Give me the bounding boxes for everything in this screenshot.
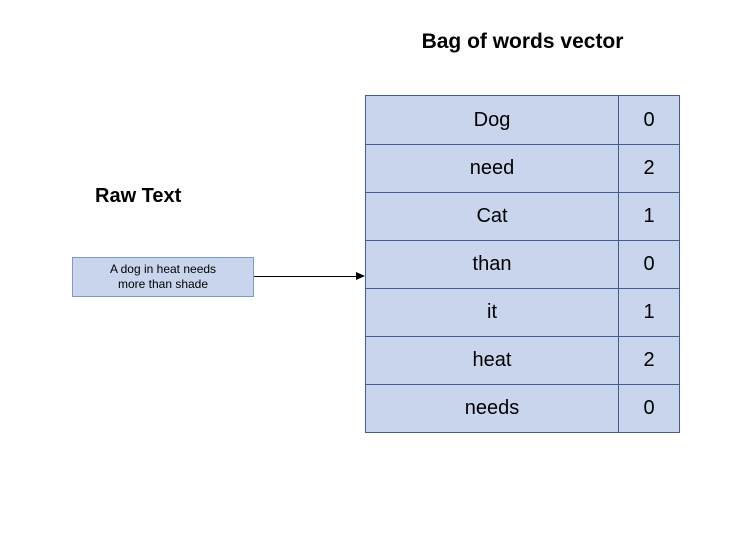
count-cell: 1 — [619, 289, 679, 336]
word-cell: heat — [366, 337, 619, 384]
word-cell: Cat — [366, 193, 619, 240]
bow-table: Dog 0 need 2 Cat 1 than 0 it 1 heat 2 ne… — [365, 95, 680, 433]
word-cell: need — [366, 145, 619, 192]
table-row: than 0 — [366, 240, 679, 288]
count-cell: 2 — [619, 145, 679, 192]
table-row: Dog 0 — [366, 96, 679, 144]
table-row: need 2 — [366, 144, 679, 192]
table-row: heat 2 — [366, 336, 679, 384]
arrow-icon — [254, 276, 365, 278]
table-row: Cat 1 — [366, 192, 679, 240]
count-cell: 0 — [619, 385, 679, 432]
word-cell: needs — [366, 385, 619, 432]
table-row: needs 0 — [366, 384, 679, 432]
raw-text-line1: A dog in heat needs — [110, 262, 216, 276]
table-row: it 1 — [366, 288, 679, 336]
count-cell: 0 — [619, 96, 679, 144]
count-cell: 1 — [619, 193, 679, 240]
raw-text-title: Raw Text — [95, 185, 181, 208]
count-cell: 0 — [619, 241, 679, 288]
raw-text-box: A dog in heat needs more than shade — [72, 257, 254, 297]
word-cell: Dog — [366, 96, 619, 144]
count-cell: 2 — [619, 337, 679, 384]
word-cell: than — [366, 241, 619, 288]
raw-text-line2: more than shade — [118, 277, 208, 291]
word-cell: it — [366, 289, 619, 336]
bow-title: Bag of words vector — [365, 30, 680, 54]
